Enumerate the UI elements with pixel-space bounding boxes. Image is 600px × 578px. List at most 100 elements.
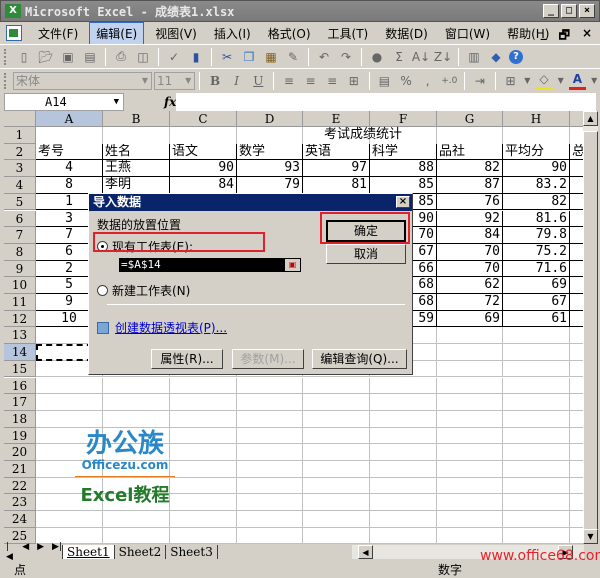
- cell[interactable]: [503, 377, 570, 395]
- chevron-down-icon[interactable]: ▼: [114, 94, 119, 110]
- cell[interactable]: [437, 461, 503, 478]
- cell[interactable]: [370, 511, 437, 528]
- cell[interactable]: 67: [503, 294, 570, 311]
- merge-center-icon[interactable]: ⊞: [345, 72, 363, 90]
- cell[interactable]: 93: [237, 160, 303, 178]
- column-header-g[interactable]: G: [437, 111, 503, 127]
- radio-new[interactable]: [97, 285, 108, 296]
- cell[interactable]: 71.6: [503, 260, 570, 278]
- scroll-down-button[interactable]: ▼: [583, 529, 598, 544]
- cell[interactable]: 81: [303, 177, 370, 194]
- cell[interactable]: 8: [36, 177, 103, 194]
- cell[interactable]: [503, 511, 570, 528]
- create-pivot-link[interactable]: 创建数据透视表(P)...: [115, 319, 227, 336]
- cell[interactable]: [437, 494, 503, 512]
- cell[interactable]: [170, 477, 237, 495]
- cell[interactable]: [570, 461, 583, 478]
- column-header-a[interactable]: A: [36, 111, 103, 127]
- cell[interactable]: 62: [437, 277, 503, 294]
- cell[interactable]: 79: [237, 177, 303, 194]
- fill-color-icon[interactable]: ◇: [535, 72, 553, 90]
- redo-icon[interactable]: ↷: [337, 48, 355, 66]
- tab-sheet3[interactable]: Sheet3: [165, 545, 218, 559]
- cell[interactable]: 82: [437, 160, 503, 178]
- cell[interactable]: [570, 244, 583, 261]
- cell[interactable]: 90: [503, 160, 570, 178]
- open-icon[interactable]: 📂︎: [37, 48, 55, 66]
- cell[interactable]: [503, 327, 570, 345]
- cell[interactable]: [570, 177, 583, 194]
- select-all-corner[interactable]: [4, 111, 36, 127]
- cell[interactable]: [437, 327, 503, 345]
- cell[interactable]: [570, 428, 583, 445]
- cell[interactable]: [303, 477, 370, 495]
- cell[interactable]: [570, 160, 583, 178]
- cell[interactable]: [170, 427, 237, 445]
- cell[interactable]: [170, 511, 237, 528]
- cell[interactable]: [570, 411, 583, 428]
- row-header[interactable]: 22: [4, 477, 36, 495]
- cell[interactable]: [570, 327, 583, 345]
- cell[interactable]: [437, 394, 503, 411]
- row-header[interactable]: 17: [4, 394, 36, 411]
- row-header[interactable]: 14: [4, 344, 36, 361]
- row-header[interactable]: 23: [4, 494, 36, 512]
- cell[interactable]: [503, 344, 570, 361]
- cell[interactable]: 科学: [370, 143, 437, 161]
- row-header[interactable]: 7: [4, 227, 36, 244]
- cell[interactable]: [170, 444, 237, 461]
- sort-desc-icon[interactable]: Z↓: [434, 48, 452, 66]
- cell[interactable]: 品社: [437, 143, 503, 161]
- cell[interactable]: [103, 127, 170, 144]
- formula-input[interactable]: [176, 93, 596, 111]
- cell[interactable]: [437, 360, 503, 378]
- cell[interactable]: 61: [503, 310, 570, 328]
- dialog-title-bar[interactable]: 导入数据 ×: [89, 194, 412, 211]
- menu-view[interactable]: 视图(V): [149, 23, 203, 44]
- cell[interactable]: [570, 528, 583, 544]
- cell[interactable]: [570, 277, 583, 294]
- sort-asc-icon[interactable]: A↓: [412, 48, 430, 66]
- cell[interactable]: [570, 311, 583, 328]
- cell[interactable]: 88: [370, 160, 437, 178]
- paste-icon[interactable]: ▦: [262, 48, 280, 66]
- increase-decimal-button[interactable]: +.0: [440, 72, 458, 90]
- reference-input[interactable]: =$A$14: [119, 258, 301, 272]
- cell[interactable]: [237, 461, 303, 478]
- tab-sheet1[interactable]: Sheet1: [62, 545, 114, 559]
- cell[interactable]: [103, 511, 170, 528]
- cell[interactable]: [437, 377, 503, 395]
- cell[interactable]: [170, 461, 237, 478]
- fx-icon[interactable]: fx: [164, 95, 176, 109]
- cell[interactable]: 70: [437, 243, 503, 261]
- cell[interactable]: [237, 410, 303, 428]
- cell[interactable]: [303, 527, 370, 544]
- cell[interactable]: 85: [370, 177, 437, 194]
- cell[interactable]: 82: [503, 193, 570, 211]
- cell[interactable]: [503, 444, 570, 461]
- menu-file[interactable]: 文件(F): [32, 23, 84, 44]
- cell[interactable]: [570, 211, 583, 228]
- cell[interactable]: 平均分: [503, 143, 570, 161]
- vertical-scrollbar[interactable]: ▲ ▼: [583, 111, 598, 544]
- cell[interactable]: [103, 527, 170, 544]
- cell[interactable]: [237, 427, 303, 445]
- row-header[interactable]: 12: [4, 310, 36, 328]
- next-sheet-icon[interactable]: ▶: [37, 542, 44, 562]
- underline-button[interactable]: U: [249, 72, 267, 90]
- cell[interactable]: [503, 394, 570, 411]
- toolbar-grip[interactable]: [4, 72, 7, 89]
- cell[interactable]: [570, 194, 583, 211]
- font-size-select[interactable]: 11 ▼: [154, 71, 196, 90]
- cell[interactable]: [303, 394, 370, 411]
- cell[interactable]: [503, 360, 570, 378]
- cell[interactable]: [303, 377, 370, 395]
- cell[interactable]: [437, 527, 503, 544]
- cut-icon[interactable]: ✂: [218, 48, 236, 66]
- bold-button[interactable]: B: [206, 72, 224, 90]
- cell[interactable]: [237, 377, 303, 395]
- cell[interactable]: [237, 511, 303, 528]
- row-header[interactable]: 1: [4, 127, 36, 144]
- cell[interactable]: [36, 394, 103, 411]
- cell[interactable]: [437, 511, 503, 528]
